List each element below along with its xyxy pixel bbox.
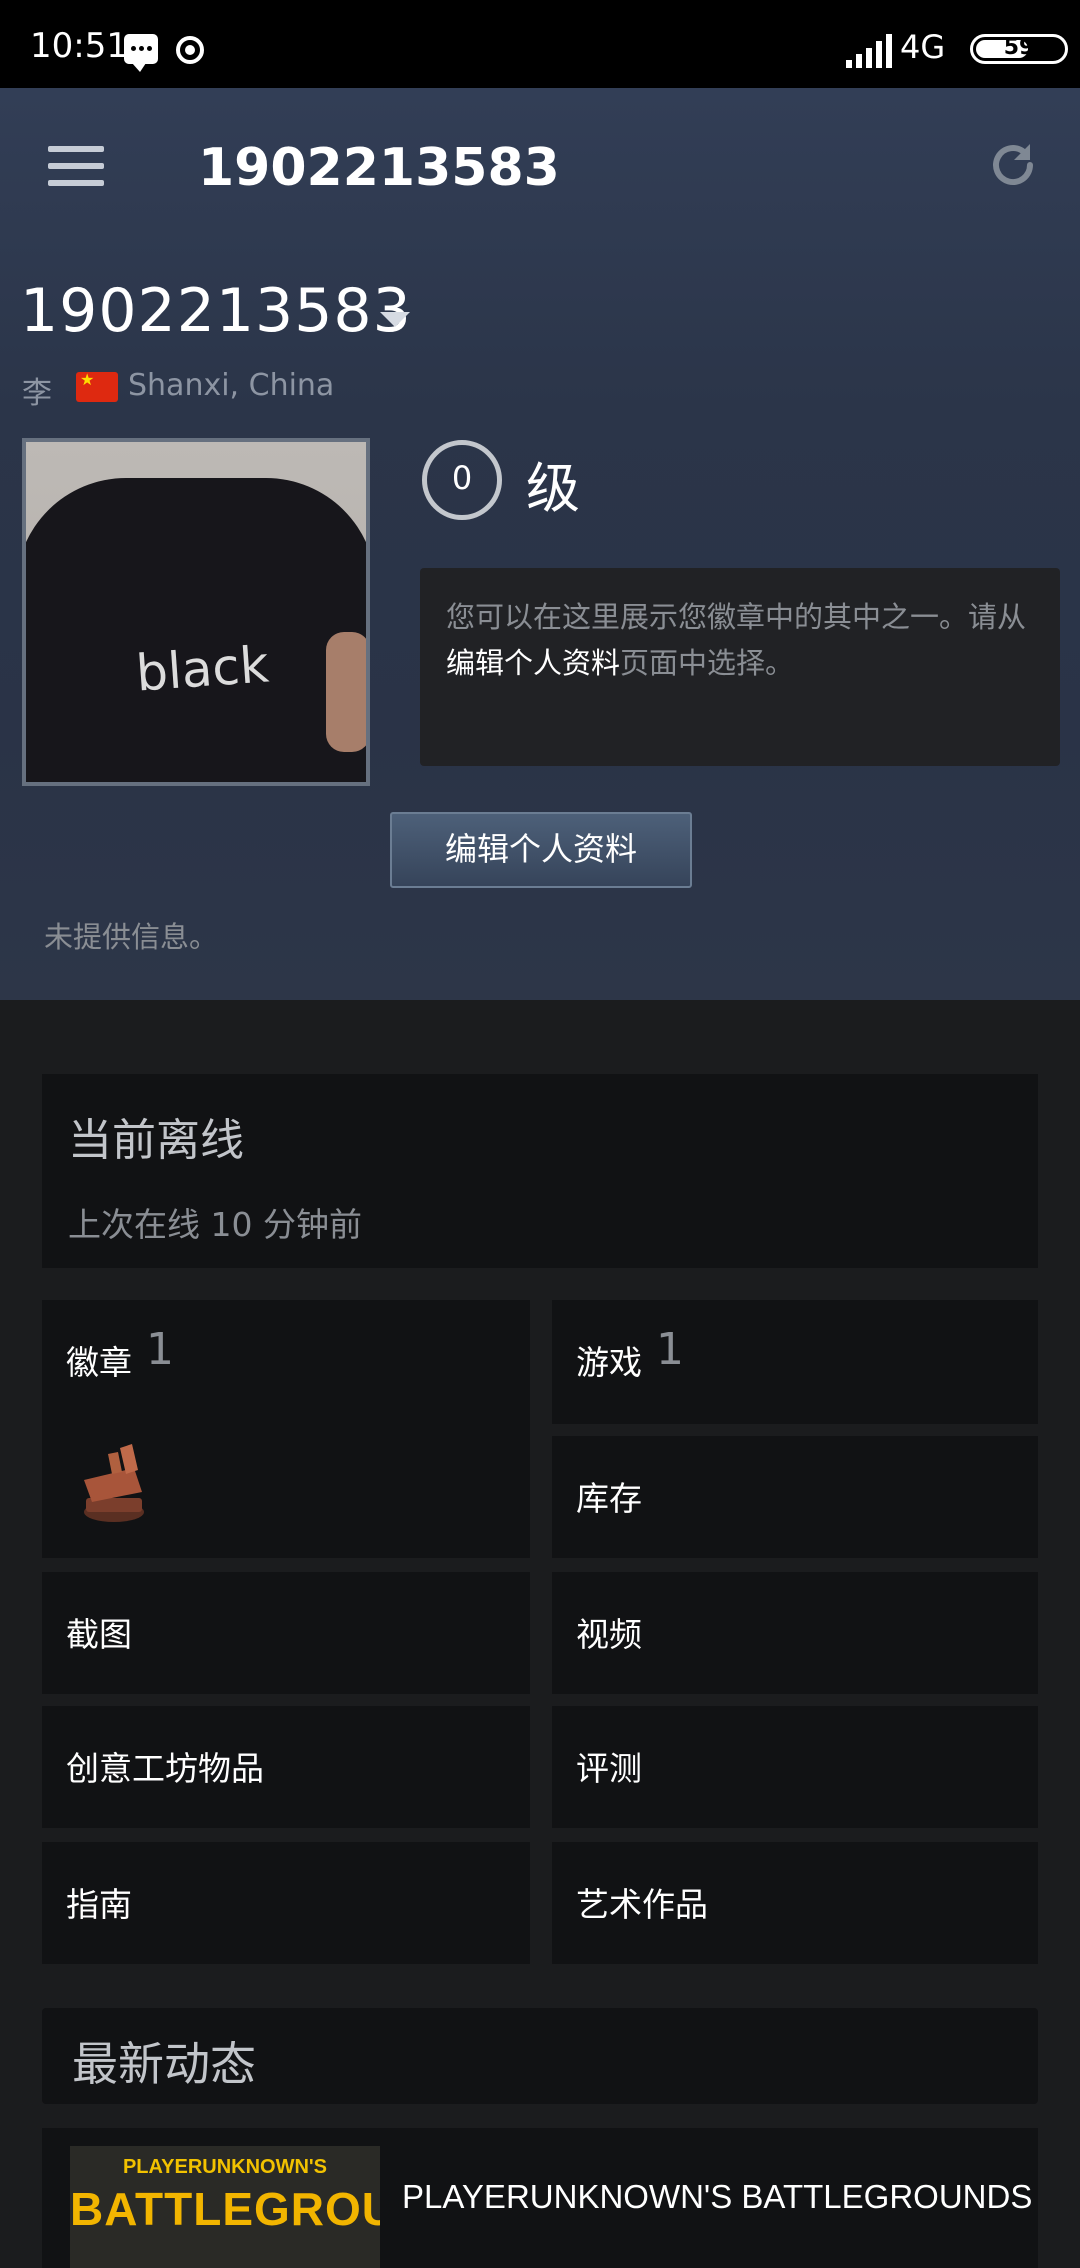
level-label: 级 [526,457,580,520]
tile-videos-label: 视频 [576,1615,642,1654]
status-time: 10:51 [30,26,128,66]
recent-activity-header: 最新动态 [42,2008,1038,2104]
game-art-line1: PLAYERUNKNOWN'S [122,2156,328,2178]
badge-hint-suffix: 页面中选择。 [620,646,795,680]
app-bar: 1902213583 [0,88,1080,242]
tile-reviews-label: 评测 [576,1749,642,1788]
tile-badges[interactable]: 徽章 1 [42,1300,530,1558]
tile-artwork[interactable]: 艺术作品 [552,1842,1038,1964]
real-name: 李 [22,376,52,411]
level-number: 0 [451,459,473,497]
badge-showcase-hint: 您可以在这里展示您徽章中的其中之一。请从编辑个人资料页面中选择。 [420,568,1060,766]
recent-activity-title: 最新动态 [72,2037,256,2091]
tile-videos[interactable]: 视频 [552,1572,1038,1694]
level-badge[interactable]: 0 [422,440,502,520]
recent-game-row[interactable]: PLAYERUNKNOWN'S BATTLEGROUNDS PLAYERUNKN… [42,2128,1038,2268]
tile-games[interactable]: 游戏 1 [552,1300,1038,1424]
tile-badges-count: 1 [146,1324,174,1375]
tile-badges-label: 徽章 [66,1343,132,1382]
tile-games-count: 1 [656,1324,684,1375]
sync-icon [176,36,204,64]
edit-profile-button[interactable]: 编辑个人资料 [390,812,692,888]
game-art-line2: BATTLEGROUNDS [70,2183,380,2235]
tile-artwork-label: 艺术作品 [576,1885,708,1924]
tile-screenshots-label: 截图 [66,1615,132,1654]
menu-icon[interactable] [48,146,104,186]
tile-inventory-label: 库存 [576,1479,642,1518]
location: Shanxi, China [128,368,335,403]
online-status-title: 当前离线 [68,1115,244,1166]
edit-profile-link[interactable]: 编辑个人资料 [446,646,620,680]
game-name[interactable]: PLAYERUNKNOWN'S BATTLEGROUNDS [402,2178,1032,2216]
network-type: 4G [900,28,946,66]
profile-summary: 未提供信息。 [44,920,219,954]
badge-icon[interactable] [72,1440,156,1526]
battery-level: 59 [1003,35,1035,60]
profile-header: 1902213583 1902213583 李 Shanxi, China bl… [0,88,1080,1000]
online-status-panel: 当前离线 上次在线 10 分钟前 [42,1074,1038,1268]
last-online-text: 上次在线 10 分钟前 [68,1205,362,1244]
tile-workshop-label: 创意工坊物品 [66,1749,264,1788]
status-bar: 10:51 4G 59 [0,0,1080,88]
tile-guides-label: 指南 [66,1885,132,1924]
tile-games-label: 游戏 [576,1343,642,1382]
avatar-shirt-text: black [134,635,271,703]
message-icon [124,34,158,72]
signal-icon [846,34,892,68]
battery-icon: 59 [970,34,1068,64]
tile-reviews[interactable]: 评测 [552,1706,1038,1828]
page-title: 1902213583 [198,138,560,198]
tile-screenshots[interactable]: 截图 [42,1572,530,1694]
chevron-down-icon[interactable] [380,312,410,327]
game-capsule-image[interactable]: PLAYERUNKNOWN'S BATTLEGROUNDS [70,2146,380,2268]
tile-workshop[interactable]: 创意工坊物品 [42,1706,530,1828]
refresh-icon[interactable] [986,138,1040,192]
tile-inventory[interactable]: 库存 [552,1436,1038,1558]
china-flag-icon [76,370,118,402]
persona-name[interactable]: 1902213583 [20,276,412,346]
badge-hint-prefix: 您可以在这里展示您徽章中的其中之一。请从 [446,600,1027,634]
avatar[interactable]: black [22,438,370,786]
tile-guides[interactable]: 指南 [42,1842,530,1964]
